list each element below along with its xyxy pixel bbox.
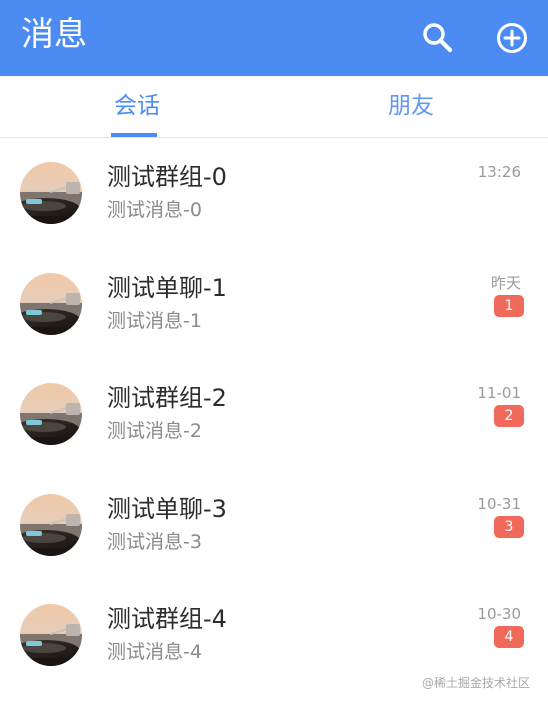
conversation-time: 11-01 (477, 384, 521, 402)
active-tab-indicator (111, 133, 157, 137)
page-title: 消息 (21, 14, 87, 53)
unread-badge: 4 (494, 626, 524, 648)
add-circle-icon (497, 23, 527, 53)
tab-friends[interactable]: 朋友 (274, 76, 548, 137)
app-bar: 消息 (0, 0, 548, 76)
avatar (20, 383, 82, 445)
tab-conversations[interactable]: 会话 (0, 76, 274, 137)
conversation-item[interactable]: 测试群组-4 测试消息-4 10-30 4 (0, 580, 548, 690)
avatar (20, 162, 82, 224)
conversation-last-message: 测试消息-4 (107, 641, 202, 663)
conversation-last-message: 测试消息-1 (107, 310, 202, 332)
conversation-time: 10-31 (477, 495, 521, 513)
tab-label: 朋友 (388, 93, 434, 119)
conversation-last-message: 测试消息-2 (107, 420, 202, 442)
add-button[interactable] (488, 14, 536, 62)
unread-badge: 1 (494, 295, 524, 317)
conversation-last-message: 测试消息-0 (107, 199, 202, 221)
unread-badge: 2 (494, 405, 524, 427)
avatar (20, 604, 82, 666)
tab-bar: 会话 朋友 (0, 76, 548, 138)
tab-label: 会话 (114, 93, 160, 119)
conversation-time: 10-30 (477, 605, 521, 623)
watermark: @稀土掘金技术社区 (421, 676, 530, 690)
search-icon (423, 23, 453, 53)
conversation-name: 测试单聊-1 (107, 274, 227, 302)
search-button[interactable] (414, 14, 462, 62)
conversation-item[interactable]: 测试单聊-3 测试消息-3 10-31 3 (0, 470, 548, 580)
conversation-time: 昨天 (490, 274, 521, 292)
conversation-item[interactable]: 测试群组-2 测试消息-2 11-01 2 (0, 359, 548, 469)
conversation-name: 测试群组-0 (107, 163, 227, 191)
conversation-name: 测试群组-4 (107, 605, 227, 633)
conversation-item[interactable]: 测试单聊-1 测试消息-1 昨天 1 (0, 249, 548, 359)
conversation-name: 测试群组-2 (107, 384, 227, 412)
avatar (20, 494, 82, 556)
conversation-name: 测试单聊-3 (107, 495, 227, 523)
conversation-time: 13:26 (477, 163, 521, 181)
avatar (20, 273, 82, 335)
conversation-item[interactable]: 测试群组-0 测试消息-0 13:26 (0, 138, 548, 248)
app-screen: 消息 会话 朋友 测试群组-0 测试消息-0 13:26 测试单聊-1 测试消息-1 昨天… (0, 0, 548, 709)
unread-badge: 3 (494, 516, 524, 538)
conversation-last-message: 测试消息-3 (107, 531, 202, 553)
